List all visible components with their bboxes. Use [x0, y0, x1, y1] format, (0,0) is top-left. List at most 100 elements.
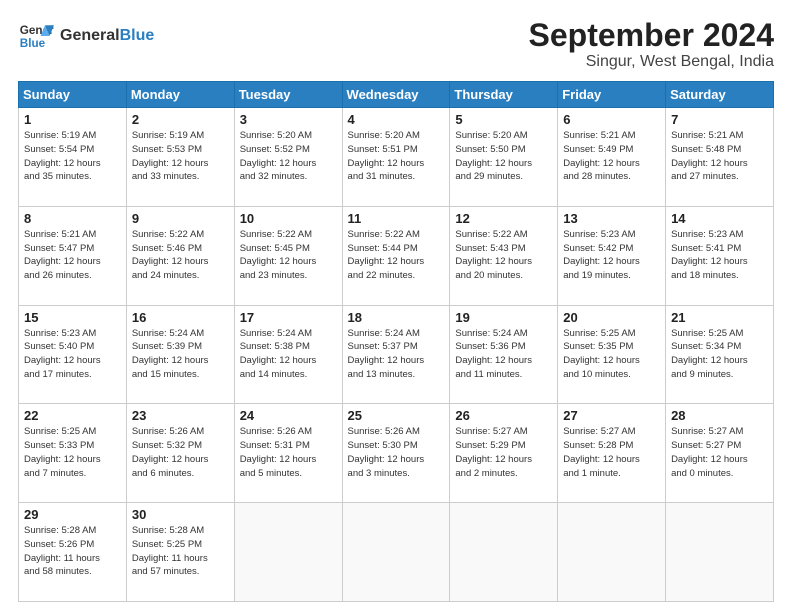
col-saturday: Saturday [666, 82, 774, 108]
day-info: Sunrise: 5:22 AM Sunset: 5:46 PM Dayligh… [132, 228, 229, 283]
table-row: 26Sunrise: 5:27 AM Sunset: 5:29 PM Dayli… [450, 404, 558, 503]
day-number: 1 [24, 112, 121, 127]
day-info: Sunrise: 5:27 AM Sunset: 5:28 PM Dayligh… [563, 425, 660, 480]
table-row [558, 503, 666, 602]
day-number: 2 [132, 112, 229, 127]
table-row: 6 Sunrise: 5:21 AM Sunset: 5:49 PM Daylig… [558, 108, 666, 207]
day-number: 4 [348, 112, 445, 127]
table-row: 3 Sunrise: 5:20 AM Sunset: 5:52 PM Daylig… [234, 108, 342, 207]
day-number: 3 [240, 112, 337, 127]
day-number: 27 [563, 408, 660, 423]
day-info: Sunrise: 5:19 AM Sunset: 5:53 PM Dayligh… [132, 129, 229, 184]
calendar-week-row: 15Sunrise: 5:23 AM Sunset: 5:40 PM Dayli… [19, 305, 774, 404]
logo-icon: General Blue [18, 18, 54, 54]
table-row: 21Sunrise: 5:25 AM Sunset: 5:34 PM Dayli… [666, 305, 774, 404]
table-row: 29 Sunrise: 5:28 AM Sunset: 5:26 PM Dayli… [19, 503, 127, 602]
day-number: 8 [24, 211, 121, 226]
header: General Blue GeneralBlue September 2024 … [18, 18, 774, 71]
table-row: 16 Sunrise: 5:24 AM Sunset: 5:39 PM Dayli… [126, 305, 234, 404]
day-info: Sunrise: 5:25 AM Sunset: 5:33 PM Dayligh… [24, 425, 121, 480]
table-row: 12Sunrise: 5:22 AM Sunset: 5:43 PM Dayli… [450, 206, 558, 305]
day-number: 22 [24, 408, 121, 423]
table-row: 11 Sunrise: 5:22 AM Sunset: 5:44 PM Dayli… [342, 206, 450, 305]
day-number: 28 [671, 408, 768, 423]
table-row [234, 503, 342, 602]
day-info: Sunrise: 5:22 AM Sunset: 5:44 PM Dayligh… [348, 228, 445, 283]
day-info: Sunrise: 5:23 AM Sunset: 5:42 PM Dayligh… [563, 228, 660, 283]
day-info: Sunrise: 5:26 AM Sunset: 5:30 PM Dayligh… [348, 425, 445, 480]
day-number: 10 [240, 211, 337, 226]
day-number: 29 [24, 507, 121, 522]
day-info: Sunrise: 5:24 AM Sunset: 5:36 PM Dayligh… [455, 327, 552, 382]
day-info: Sunrise: 5:25 AM Sunset: 5:35 PM Dayligh… [563, 327, 660, 382]
table-row: 24Sunrise: 5:26 AM Sunset: 5:31 PM Dayli… [234, 404, 342, 503]
calendar-week-row: 29 Sunrise: 5:28 AM Sunset: 5:26 PM Dayli… [19, 503, 774, 602]
day-number: 19 [455, 310, 552, 325]
table-row: 7Sunrise: 5:21 AM Sunset: 5:48 PM Daylig… [666, 108, 774, 207]
table-row: 25 Sunrise: 5:26 AM Sunset: 5:30 PM Dayli… [342, 404, 450, 503]
page-title: September 2024 [529, 18, 774, 53]
table-row: 19 Sunrise: 5:24 AM Sunset: 5:36 PM Dayli… [450, 305, 558, 404]
table-row [450, 503, 558, 602]
table-row: 20Sunrise: 5:25 AM Sunset: 5:35 PM Dayli… [558, 305, 666, 404]
table-row: 1 Sunrise: 5:19 AM Sunset: 5:54 PM Daylig… [19, 108, 127, 207]
day-info: Sunrise: 5:19 AM Sunset: 5:54 PM Dayligh… [24, 129, 121, 184]
day-number: 18 [348, 310, 445, 325]
logo: General Blue GeneralBlue [18, 18, 154, 54]
day-number: 25 [348, 408, 445, 423]
calendar-week-row: 1 Sunrise: 5:19 AM Sunset: 5:54 PM Daylig… [19, 108, 774, 207]
day-info: Sunrise: 5:27 AM Sunset: 5:29 PM Dayligh… [455, 425, 552, 480]
svg-text:Blue: Blue [20, 37, 46, 50]
day-info: Sunrise: 5:23 AM Sunset: 5:41 PM Dayligh… [671, 228, 768, 283]
day-info: Sunrise: 5:28 AM Sunset: 5:26 PM Dayligh… [24, 524, 121, 579]
col-tuesday: Tuesday [234, 82, 342, 108]
day-info: Sunrise: 5:26 AM Sunset: 5:31 PM Dayligh… [240, 425, 337, 480]
table-row: 28 Sunrise: 5:27 AM Sunset: 5:27 PM Dayli… [666, 404, 774, 503]
day-number: 23 [132, 408, 229, 423]
table-row: 30 Sunrise: 5:28 AM Sunset: 5:25 PM Dayli… [126, 503, 234, 602]
col-friday: Friday [558, 82, 666, 108]
day-info: Sunrise: 5:20 AM Sunset: 5:52 PM Dayligh… [240, 129, 337, 184]
day-info: Sunrise: 5:24 AM Sunset: 5:37 PM Dayligh… [348, 327, 445, 382]
day-info: Sunrise: 5:22 AM Sunset: 5:43 PM Dayligh… [455, 228, 552, 283]
day-number: 17 [240, 310, 337, 325]
day-number: 16 [132, 310, 229, 325]
table-row: 15Sunrise: 5:23 AM Sunset: 5:40 PM Dayli… [19, 305, 127, 404]
table-row: 13Sunrise: 5:23 AM Sunset: 5:42 PM Dayli… [558, 206, 666, 305]
day-info: Sunrise: 5:24 AM Sunset: 5:38 PM Dayligh… [240, 327, 337, 382]
day-info: Sunrise: 5:28 AM Sunset: 5:25 PM Dayligh… [132, 524, 229, 579]
day-info: Sunrise: 5:20 AM Sunset: 5:51 PM Dayligh… [348, 129, 445, 184]
calendar-week-row: 8 Sunrise: 5:21 AM Sunset: 5:47 PM Daylig… [19, 206, 774, 305]
day-info: Sunrise: 5:26 AM Sunset: 5:32 PM Dayligh… [132, 425, 229, 480]
day-number: 21 [671, 310, 768, 325]
day-info: Sunrise: 5:24 AM Sunset: 5:39 PM Dayligh… [132, 327, 229, 382]
table-row: 8 Sunrise: 5:21 AM Sunset: 5:47 PM Daylig… [19, 206, 127, 305]
table-row: 4 Sunrise: 5:20 AM Sunset: 5:51 PM Daylig… [342, 108, 450, 207]
day-number: 6 [563, 112, 660, 127]
table-row: 10 Sunrise: 5:22 AM Sunset: 5:45 PM Dayli… [234, 206, 342, 305]
day-info: Sunrise: 5:22 AM Sunset: 5:45 PM Dayligh… [240, 228, 337, 283]
day-number: 9 [132, 211, 229, 226]
table-row: 2 Sunrise: 5:19 AM Sunset: 5:53 PM Daylig… [126, 108, 234, 207]
table-row: 22 Sunrise: 5:25 AM Sunset: 5:33 PM Dayli… [19, 404, 127, 503]
day-number: 30 [132, 507, 229, 522]
table-row: 27 Sunrise: 5:27 AM Sunset: 5:28 PM Dayli… [558, 404, 666, 503]
table-row: 18 Sunrise: 5:24 AM Sunset: 5:37 PM Dayli… [342, 305, 450, 404]
logo-text: GeneralBlue [60, 27, 154, 45]
table-row: 14Sunrise: 5:23 AM Sunset: 5:41 PM Dayli… [666, 206, 774, 305]
calendar-week-row: 22 Sunrise: 5:25 AM Sunset: 5:33 PM Dayli… [19, 404, 774, 503]
calendar-header-row: Sunday Monday Tuesday Wednesday Thursday… [19, 82, 774, 108]
day-info: Sunrise: 5:20 AM Sunset: 5:50 PM Dayligh… [455, 129, 552, 184]
table-row: 5 Sunrise: 5:20 AM Sunset: 5:50 PM Daylig… [450, 108, 558, 207]
title-block: September 2024 Singur, West Bengal, Indi… [529, 18, 774, 71]
day-number: 5 [455, 112, 552, 127]
calendar: Sunday Monday Tuesday Wednesday Thursday… [18, 81, 774, 602]
day-info: Sunrise: 5:21 AM Sunset: 5:48 PM Dayligh… [671, 129, 768, 184]
day-info: Sunrise: 5:21 AM Sunset: 5:47 PM Dayligh… [24, 228, 121, 283]
col-monday: Monday [126, 82, 234, 108]
page-subtitle: Singur, West Bengal, India [529, 53, 774, 71]
table-row: 9 Sunrise: 5:22 AM Sunset: 5:46 PM Daylig… [126, 206, 234, 305]
day-info: Sunrise: 5:27 AM Sunset: 5:27 PM Dayligh… [671, 425, 768, 480]
day-info: Sunrise: 5:21 AM Sunset: 5:49 PM Dayligh… [563, 129, 660, 184]
day-number: 11 [348, 211, 445, 226]
